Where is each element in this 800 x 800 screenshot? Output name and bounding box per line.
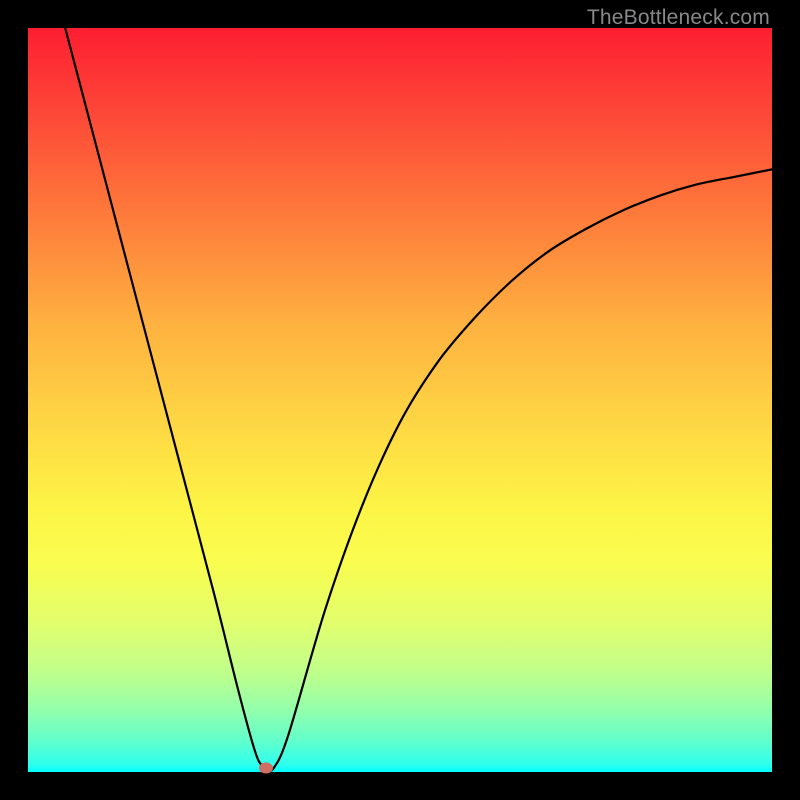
plot-area: [28, 28, 772, 772]
curve-svg: [28, 28, 772, 772]
bottleneck-curve-path: [65, 28, 772, 771]
optimal-point-marker: [259, 763, 273, 774]
watermark-text: TheBottleneck.com: [587, 6, 770, 30]
chart-frame: TheBottleneck.com: [0, 0, 800, 800]
